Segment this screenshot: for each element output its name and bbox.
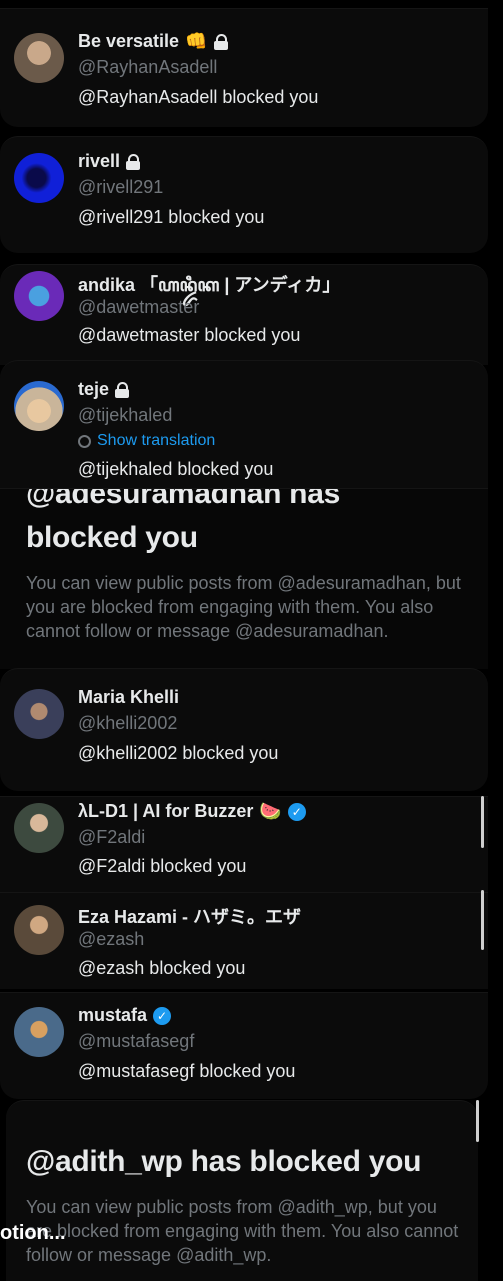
lock-icon [115,381,130,398]
verified-badge-icon: ✓ [153,1006,172,1025]
verified-badge-icon: ✓ [287,802,306,821]
handle[interactable]: @rivell291 [78,177,163,198]
block-message: @F2aldi blocked you [78,856,247,876]
avatar[interactable] [14,803,64,853]
panel-title: blocked you [26,521,198,554]
show-translation-label: Show translation [97,432,216,449]
display-name-text: teje [78,379,110,399]
scrollbar[interactable] [481,796,484,848]
display-name-text: Maria Khelli [78,687,180,707]
display-name-text: λL-D1 | AI for Buzzer [78,801,254,821]
lock-icon [213,33,228,50]
block-message: @tijekhaled blocked you [78,459,274,479]
show-translation-link[interactable]: Show translation [78,432,215,450]
handle[interactable]: @dawetmaster [78,297,199,318]
block-message: @khelli2002 blocked you [78,743,279,763]
block-message: @mustafasegf blocked you [78,1061,296,1081]
panel-description: You can view public posts from @adith_wp… [26,1197,459,1265]
panel-title-clip: @adesuramadhan has [0,489,488,511]
handle[interactable]: @F2aldi [78,827,145,848]
blocked-info-panel: @adesuramadhan has blocked you You can v… [0,488,488,669]
notification-card[interactable]: mustafa ✓ @mustafasegf @mustafasegf bloc… [0,992,488,1099]
avatar[interactable] [14,381,64,431]
handle[interactable]: @ezash [78,929,144,950]
display-name[interactable]: teje [78,379,130,400]
handle[interactable]: @mustafasegf [78,1031,194,1052]
display-name-text: Be versatile [78,31,180,51]
display-name[interactable]: Be versatile 👊 [78,31,228,52]
display-name[interactable]: mustafa ✓ [78,1005,172,1026]
display-name[interactable]: Maria Khelli [78,687,179,708]
avatar[interactable] [14,1007,64,1057]
handle[interactable]: @RayhanAsadell [78,57,217,78]
notification-card[interactable]: Eza Hazami - ハザミ。エザ @ezash @ezash blocke… [0,892,488,989]
display-name-text: rivell [78,151,121,171]
scrollbar[interactable] [481,890,484,950]
avatar[interactable] [14,905,64,955]
display-name[interactable]: rivell [78,151,141,172]
watermelon-emoji-icon: 🍉 [259,801,282,821]
panel-title-partial: @adesuramadhan has [26,489,340,510]
fist-emoji-icon: 👊 [185,31,208,51]
avatar[interactable] [14,689,64,739]
avatar[interactable] [14,271,64,321]
translate-icon [78,434,91,448]
panel-description: You can view public posts from @adesuram… [26,573,461,641]
notification-card[interactable]: teje @tijekhaled Show translation @tijek… [0,360,488,489]
block-message: @dawetmaster blocked you [78,325,301,345]
display-name-text: Eza Hazami - ハザミ。エザ [78,907,302,927]
notification-card[interactable]: rivell @rivell291 @rivell291 blocked you [0,136,488,253]
display-name[interactable]: λL-D1 | AI for Buzzer 🍉 ✓ [78,801,306,822]
display-name-text: mustafa [78,1005,148,1025]
blocked-info-panel: @adith_wp has blocked you You can view p… [6,1100,478,1281]
notification-card[interactable]: λL-D1 | AI for Buzzer 🍉 ✓ @F2aldi @F2ald… [0,796,488,893]
notification-card[interactable]: andika 「ꦲꦤ꧀ꦢꦶꦏ | アンディカ」 @dawetmaster @da… [0,264,488,365]
block-message: @rivell291 blocked you [78,207,265,227]
panel-title: @adith_wp has blocked you [26,1145,422,1178]
block-message: @RayhanAsadell blocked you [78,87,319,107]
avatar[interactable] [14,153,64,203]
avatar[interactable] [14,33,64,83]
handle[interactable]: @tijekhaled [78,405,172,426]
display-name[interactable]: Eza Hazami - ハザミ。エザ [78,903,301,929]
toast-text: otion... [0,1222,66,1244]
notification-card[interactable]: Maria Khelli @khelli2002 @khelli2002 blo… [0,668,488,791]
block-message: @ezash blocked you [78,958,246,978]
lock-icon [126,153,141,170]
handle[interactable]: @khelli2002 [78,713,177,734]
notification-card[interactable]: Be versatile 👊 @RayhanAsadell @RayhanAsa… [0,8,488,127]
scrollbar[interactable] [476,1100,479,1142]
